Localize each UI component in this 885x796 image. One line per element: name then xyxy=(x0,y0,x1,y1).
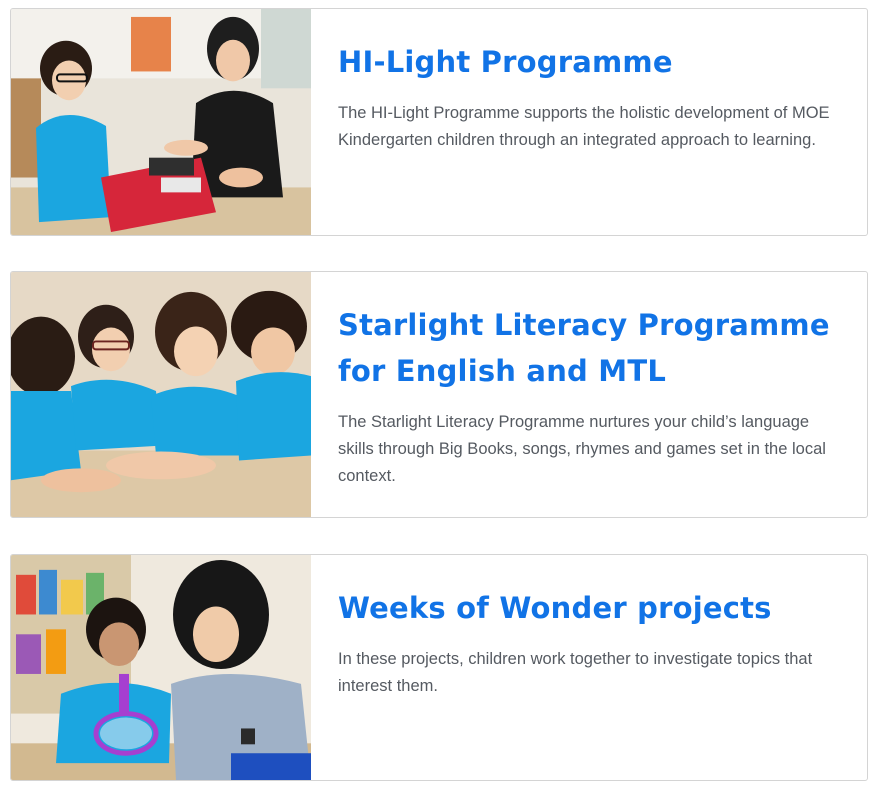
programme-list: HI-Light Programme The HI-Light Programm… xyxy=(0,0,885,796)
programme-card-starlight[interactable]: Starlight Literacy Programme for English… xyxy=(10,271,868,518)
programme-description: The HI-Light Programme supports the holi… xyxy=(338,104,830,149)
programme-description: The Starlight Literacy Programme nurture… xyxy=(338,413,826,485)
programme-card-hi-light[interactable]: HI-Light Programme The HI-Light Programm… xyxy=(10,8,868,236)
programme-card-body: Weeks of Wonder projects In these projec… xyxy=(311,555,867,780)
programme-card-body: HI-Light Programme The HI-Light Programm… xyxy=(311,9,867,235)
programme-card-weeks-of-wonder[interactable]: Weeks of Wonder projects In these projec… xyxy=(10,554,868,781)
programme-description: In these projects, children work togethe… xyxy=(338,650,813,695)
child-with-magnifier-photo xyxy=(11,555,311,780)
children-playing-shop-photo xyxy=(11,9,311,235)
programme-title[interactable]: HI-Light Programme xyxy=(338,39,847,85)
programme-card-body: Starlight Literacy Programme for English… xyxy=(311,272,867,517)
children-playing-game-photo xyxy=(11,272,311,517)
programme-title[interactable]: Starlight Literacy Programme for English… xyxy=(338,302,847,394)
programme-title[interactable]: Weeks of Wonder projects xyxy=(338,585,847,631)
